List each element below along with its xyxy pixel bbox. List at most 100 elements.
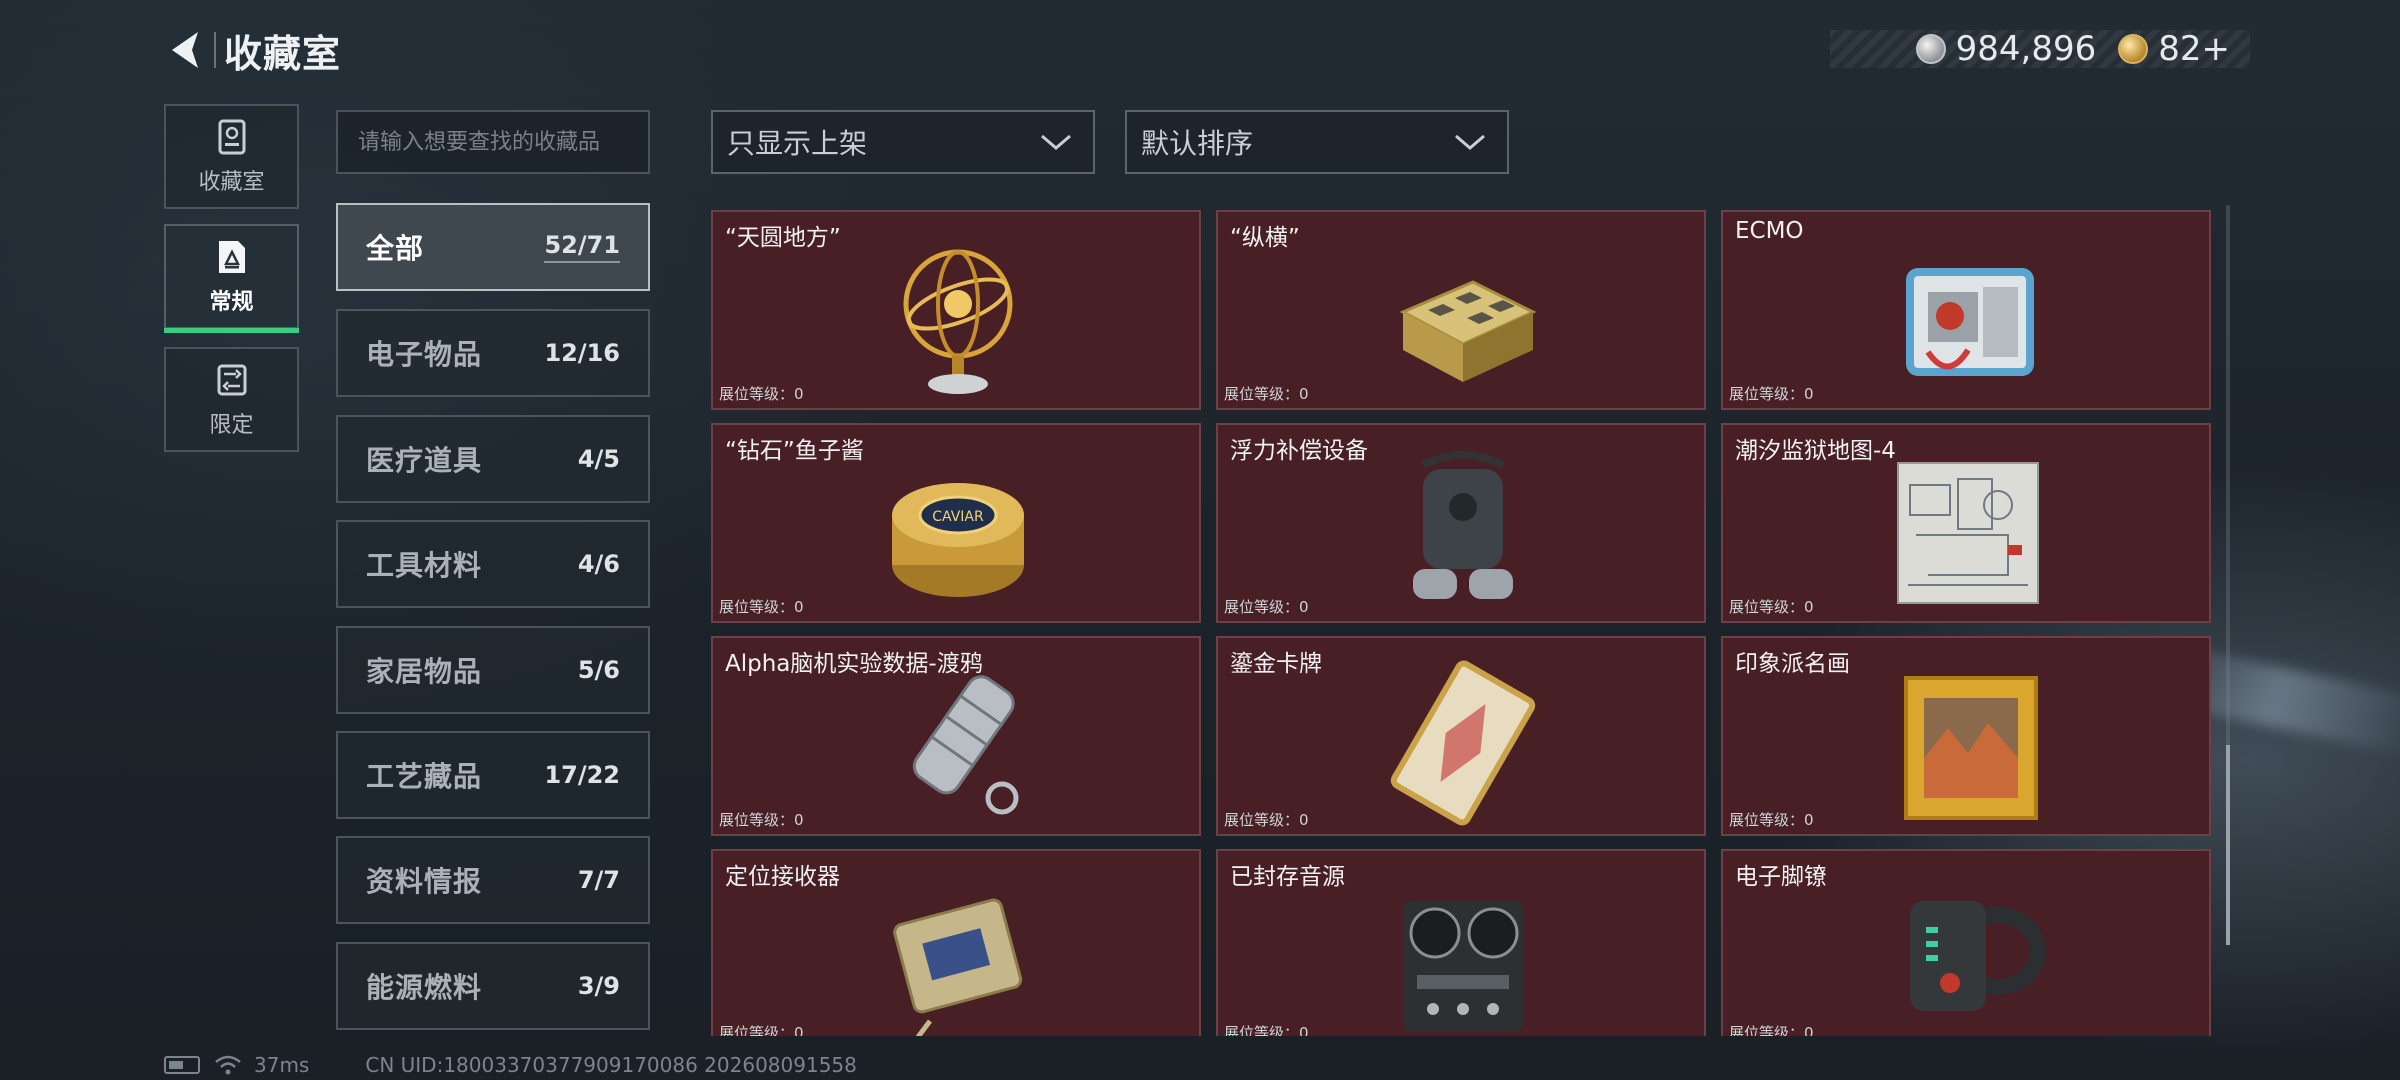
booth-level: 展位等级：0 bbox=[1729, 811, 1814, 829]
booth-level: 展位等级：0 bbox=[719, 385, 804, 403]
map-blueprint-icon bbox=[1897, 462, 2039, 604]
category-name: 医疗道具 bbox=[366, 444, 483, 477]
category-electronics[interactable]: 电子物品 12/16 bbox=[336, 309, 650, 397]
ping-text: 37ms bbox=[254, 1053, 310, 1077]
booth-level: 展位等级：0 bbox=[1224, 385, 1309, 403]
booth-level: 展位等级：0 bbox=[719, 1024, 804, 1036]
uid-text: CN UID:18003370377909170086 202608091558 bbox=[365, 1053, 857, 1077]
category-count: 12/16 bbox=[544, 339, 620, 367]
back-arrow-icon bbox=[172, 32, 198, 68]
ankle-monitor-icon bbox=[1910, 901, 2046, 1011]
category-intel[interactable]: 资料情报 7/7 bbox=[336, 836, 650, 924]
framed-painting-icon bbox=[1904, 676, 2038, 820]
chevron-down-icon bbox=[1041, 134, 1071, 150]
mode-tab-regular[interactable]: 常规 bbox=[164, 224, 299, 333]
collectible-card[interactable]: 印象派名画 展位等级：0 bbox=[1721, 636, 2211, 836]
collectible-name: ECMO bbox=[1735, 218, 1804, 244]
booth-level: 展位等级：0 bbox=[1729, 598, 1814, 616]
mode-tab-limited[interactable]: 限定 bbox=[164, 347, 299, 452]
search-input[interactable] bbox=[358, 129, 648, 155]
booth-level: 展位等级：0 bbox=[1729, 385, 1814, 403]
gold-balance[interactable]: 82+ bbox=[2158, 29, 2230, 69]
collectible-name: 已封存音源 bbox=[1230, 864, 1345, 890]
category-name: 电子物品 bbox=[366, 338, 483, 371]
mode-tab-collection[interactable]: 收藏室 bbox=[164, 104, 299, 209]
booth-level: 展位等级：0 bbox=[1224, 811, 1309, 829]
collection-grid: “天圆地方” 展位等级：0 “纵横” 展位等级：0 ECMO 展位等级：0 “钻… bbox=[711, 208, 2211, 1036]
category-name: 工具材料 bbox=[366, 549, 483, 582]
mode-tab-label: 限定 bbox=[209, 412, 254, 438]
collectible-card[interactable]: 潮汐监狱地图-4 展位等级：0 bbox=[1721, 423, 2211, 623]
collectible-card[interactable]: “纵横” 展位等级：0 bbox=[1216, 210, 1706, 410]
category-name: 工艺藏品 bbox=[366, 760, 483, 793]
category-crafts[interactable]: 工艺藏品 17/22 bbox=[336, 731, 650, 819]
coin-icon bbox=[1915, 34, 1946, 64]
caviar-tin-icon: CAVIAR bbox=[892, 483, 1024, 597]
booth-level: 展位等级：0 bbox=[1224, 1024, 1309, 1036]
collectible-name: 印象派名画 bbox=[1735, 651, 1850, 677]
currency-bar: 984,896 82+ bbox=[1830, 29, 2250, 69]
status-footer: 37ms CN UID:18003370377909170086 2026080… bbox=[164, 1052, 857, 1078]
mode-tab-label: 常规 bbox=[209, 289, 254, 315]
booth-level: 展位等级：0 bbox=[1224, 598, 1309, 616]
collectible-card[interactable]: 浮力补偿设备 展位等级：0 bbox=[1216, 423, 1706, 623]
collectible-name: 浮力补偿设备 bbox=[1230, 438, 1368, 464]
collectible-card[interactable]: “天圆地方” 展位等级：0 bbox=[711, 210, 1201, 410]
svg-text:CAVIAR: CAVIAR bbox=[932, 509, 984, 525]
booth-level: 展位等级：0 bbox=[719, 598, 804, 616]
category-count: 5/6 bbox=[577, 656, 620, 684]
archive-icon bbox=[218, 119, 245, 154]
sort-dropdown[interactable]: 默认排序 bbox=[1125, 110, 1509, 174]
collectible-card[interactable]: 定位接收器 展位等级：0 bbox=[711, 849, 1201, 1036]
category-tools[interactable]: 工具材料 4/6 bbox=[336, 520, 650, 608]
gold-icon bbox=[2118, 34, 2149, 64]
back-button[interactable] bbox=[160, 22, 208, 78]
header: 收藏室 bbox=[160, 22, 341, 78]
collectible-name: “天圆地方” bbox=[725, 225, 841, 251]
ecmo-machine-icon bbox=[1906, 268, 2034, 376]
search-box[interactable] bbox=[336, 110, 650, 174]
collectible-card[interactable]: ECMO 展位等级：0 bbox=[1721, 210, 2211, 410]
document-icon bbox=[218, 240, 245, 273]
armillary-sphere-icon bbox=[903, 249, 1013, 394]
category-fuel[interactable]: 能源燃料 3/9 bbox=[336, 942, 650, 1030]
collectible-card[interactable]: Alpha脑机实验数据-渡鸦 展位等级：0 bbox=[711, 636, 1201, 836]
gilded-card-icon bbox=[1390, 660, 1536, 826]
collectible-name: 电子脚镣 bbox=[1735, 864, 1827, 890]
category-count: 4/6 bbox=[577, 550, 620, 578]
collectible-card[interactable]: 电子脚镣 展位等级：0 bbox=[1721, 849, 2211, 1036]
gps-receiver-icon bbox=[893, 898, 1023, 1036]
collectible-name: 鎏金卡牌 bbox=[1230, 651, 1322, 677]
coin-balance: 984,896 bbox=[1955, 29, 2097, 69]
grid-scrollbar-thumb[interactable] bbox=[2226, 745, 2230, 945]
category-all[interactable]: 全部 52/71 bbox=[336, 203, 650, 291]
category-count: 52/71 bbox=[544, 231, 620, 263]
buoyancy-device-icon bbox=[1413, 451, 1513, 599]
wifi-icon bbox=[215, 1055, 241, 1075]
collectible-card[interactable]: “钻石”鱼子酱 CAVIAR 展位等级：0 bbox=[711, 423, 1201, 623]
category-name: 全部 bbox=[366, 232, 425, 265]
collectible-name: “纵横” bbox=[1230, 225, 1300, 251]
data-capsule-icon bbox=[912, 675, 1019, 815]
booth-level: 展位等级：0 bbox=[719, 811, 804, 829]
category-name: 能源燃料 bbox=[366, 971, 483, 1004]
category-count: 3/9 bbox=[577, 972, 620, 1000]
sort-value: 默认排序 bbox=[1141, 127, 1254, 160]
category-medical[interactable]: 医疗道具 4/5 bbox=[336, 415, 650, 503]
header-divider bbox=[214, 32, 216, 68]
chevron-down-icon bbox=[1455, 134, 1485, 150]
collectible-name: “钻石”鱼子酱 bbox=[725, 438, 864, 464]
category-household[interactable]: 家居物品 5/6 bbox=[336, 626, 650, 714]
mode-tab-label: 收藏室 bbox=[198, 169, 265, 195]
display-filter-dropdown[interactable]: 只显示上架 bbox=[711, 110, 1095, 174]
page-title: 收藏室 bbox=[224, 31, 342, 76]
category-count: 4/5 bbox=[577, 445, 620, 473]
collectible-name: 定位接收器 bbox=[725, 864, 840, 890]
collectible-card[interactable]: 鎏金卡牌 展位等级：0 bbox=[1216, 636, 1706, 836]
category-count: 7/7 bbox=[577, 866, 620, 894]
chess-box-icon bbox=[1399, 280, 1537, 382]
category-name: 家居物品 bbox=[366, 655, 483, 688]
limited-icon bbox=[217, 364, 246, 395]
collectible-card[interactable]: 已封存音源 展位等级：0 bbox=[1216, 849, 1706, 1036]
category-count: 17/22 bbox=[544, 761, 620, 789]
